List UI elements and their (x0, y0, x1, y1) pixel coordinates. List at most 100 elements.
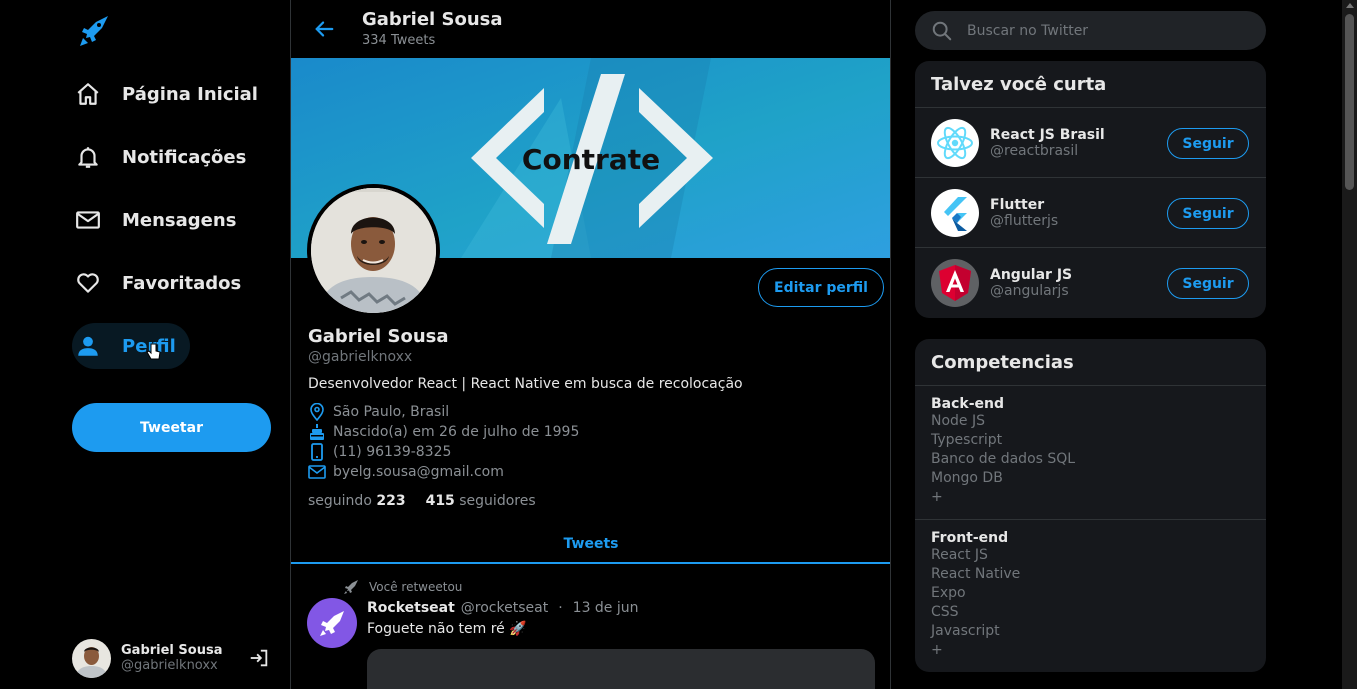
suggestion-name: Angular JS (990, 267, 1073, 283)
tweet-author[interactable]: Rocketseat (367, 600, 455, 616)
profile-avatar[interactable] (307, 184, 440, 317)
competencias-card: Competencias Back-end Node JS Typescript… (915, 339, 1266, 672)
scroll-thumb[interactable] (1345, 14, 1354, 190)
tab-tweets[interactable]: Tweets (291, 525, 890, 563)
profile-header-bar: Gabriel Sousa 334 Tweets (291, 0, 890, 58)
profile-column: Gabriel Sousa 334 Tweets Contrate Editar… (290, 0, 891, 689)
back-arrow-icon[interactable] (313, 18, 335, 40)
profile-bio: Desenvolvedor React | React Native em bu… (308, 376, 743, 392)
nav-messages[interactable]: Mensagens (72, 197, 250, 243)
skill-item: Typescript (931, 432, 1003, 448)
section-title: Back-end (931, 396, 1005, 412)
nav-home-label: Página Inicial (122, 83, 258, 105)
tweets-count: 334 Tweets (362, 33, 436, 48)
birthday-text: Nascido(a) em 26 de julho de 1995 (333, 424, 580, 440)
tab-underline (291, 562, 890, 564)
search-input[interactable]: Buscar no Twitter (967, 23, 1088, 39)
following-count: 223 (376, 493, 406, 509)
suggestions-title: Talvez você curta (915, 61, 1266, 108)
search-icon (931, 20, 953, 42)
nav-messages-label: Mensagens (122, 209, 237, 231)
skill-item: Javascript (931, 623, 1000, 639)
skill-item: React Native (931, 566, 1021, 582)
account-name: Gabriel Sousa (121, 643, 223, 658)
suggestion-handle: @angularjs (990, 283, 1069, 299)
retweet-indicator: Você retweetou (343, 579, 462, 595)
followers-count: 415 (425, 493, 455, 509)
follow-button[interactable]: Seguir (1167, 268, 1249, 299)
retweet-label: Você retweetou (369, 580, 463, 594)
nav-profile[interactable]: Perfil (72, 323, 190, 369)
competencias-title: Competencias (915, 339, 1266, 386)
phone-text: (11) 96139-8325 (333, 444, 452, 460)
bell-icon (74, 143, 102, 171)
person-icon (74, 332, 102, 360)
tweet-date[interactable]: 13 de jun (573, 600, 639, 616)
suggestion-name: Flutter (990, 196, 1045, 213)
avatar (72, 638, 111, 678)
suggestion-name: React JS Brasil (990, 126, 1105, 143)
tweet-text: Foguete não tem ré 🚀 (367, 621, 527, 637)
competencias-frontend: Front-end React JS React Native Expo CSS… (915, 520, 1266, 672)
nav-notifications-label: Notificações (122, 146, 247, 168)
nav-home[interactable]: Página Inicial (72, 71, 272, 117)
edit-profile-button[interactable]: Editar perfil (758, 268, 884, 307)
tweet-author-avatar[interactable] (307, 598, 357, 648)
cake-icon (308, 423, 326, 441)
location-pin-icon (308, 403, 326, 421)
nav-notifications[interactable]: Notificações (72, 134, 260, 180)
tweet-header: Rocketseat @rocketseat · 13 de jun (367, 600, 639, 616)
rocket-bird-logo[interactable] (78, 14, 110, 48)
header-name: Gabriel Sousa (362, 9, 503, 30)
suggestion-handle: @reactbrasil (990, 142, 1079, 159)
tweet-separator: · (558, 600, 563, 616)
show-more-skills[interactable]: + (931, 641, 1250, 660)
profile-birthday: Nascido(a) em 26 de julho de 1995 (308, 422, 579, 442)
tweet-button[interactable]: Tweetar (72, 403, 271, 452)
nav-favorites[interactable]: Favoritados (72, 260, 255, 306)
suggestion-item[interactable]: React JS Brasil @reactbrasil Seguir (915, 108, 1266, 178)
flutter-logo-icon (931, 188, 979, 237)
tweet-media[interactable] (367, 649, 875, 689)
react-logo-icon (931, 118, 979, 167)
show-more-skills[interactable]: + (931, 488, 1250, 507)
angular-logo-icon (931, 259, 979, 307)
skill-item: Banco de dados SQL (931, 451, 1076, 467)
suggestion-handle: @flutterjs (990, 212, 1059, 229)
profile-location: São Paulo, Brasil (308, 402, 449, 422)
competencias-backend: Back-end Node JS Typescript Banco de dad… (915, 386, 1266, 520)
profile-tabs: Tweets (291, 525, 890, 565)
skill-item: Expo (931, 585, 966, 601)
logout-icon[interactable] (248, 647, 270, 669)
page-scrollbar[interactable] (1342, 0, 1357, 689)
banner-text: Contrate (522, 143, 660, 176)
scroll-up-arrow-icon[interactable] (1346, 3, 1354, 8)
skill-item: React JS (931, 547, 988, 563)
account-handle: @gabrielknoxx (121, 658, 218, 673)
skill-item: Mongo DB (931, 470, 1003, 486)
following-label: seguindo (308, 493, 372, 509)
following-link[interactable]: seguindo 223 (308, 493, 406, 509)
search-box[interactable]: Buscar no Twitter (915, 11, 1266, 50)
mail-icon (308, 463, 326, 481)
follow-button[interactable]: Seguir (1167, 198, 1249, 229)
heart-icon (74, 269, 102, 297)
section-title: Front-end (931, 530, 1009, 546)
home-icon (74, 80, 102, 108)
hand-cursor-icon (146, 343, 162, 365)
followers-link[interactable]: 415 seguidores (426, 493, 536, 509)
location-text: São Paulo, Brasil (333, 404, 450, 420)
skill-item: CSS (931, 604, 959, 620)
phone-icon (308, 443, 326, 461)
sidebar: Página Inicial Notificações Mensagens Fa… (0, 0, 290, 689)
followers-label: seguidores (459, 493, 536, 509)
email-text: byelg.sousa@gmail.com (333, 464, 504, 480)
skill-item: Node JS (931, 413, 986, 429)
profile-phone: (11) 96139-8325 (308, 442, 451, 462)
profile-email: byelg.sousa@gmail.com (308, 462, 504, 482)
account-switcher[interactable]: Gabriel Sousa @gabrielknoxx (72, 637, 272, 679)
follow-button[interactable]: Seguir (1167, 128, 1249, 159)
tweet-handle: @rocketseat (460, 600, 549, 616)
suggestion-item[interactable]: Angular JS @angularjs Seguir (915, 248, 1266, 318)
suggestion-item[interactable]: Flutter @flutterjs Seguir (915, 178, 1266, 248)
